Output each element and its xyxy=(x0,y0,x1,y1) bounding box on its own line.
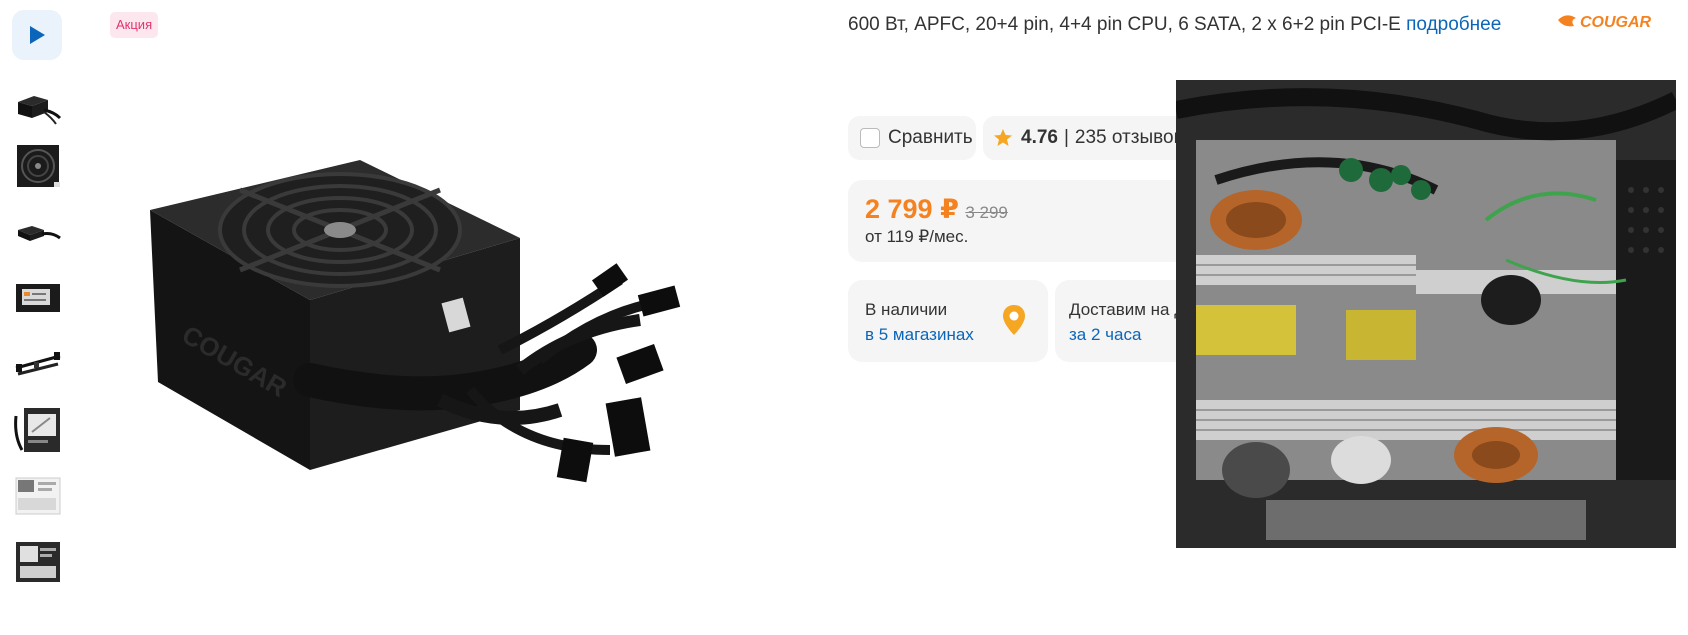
rating-value: 4.76 xyxy=(1021,127,1058,148)
thumb-psu-fan-top[interactable] xyxy=(14,142,62,190)
compare-label: Сравнить xyxy=(888,127,973,148)
psu-internal-photo xyxy=(1176,80,1676,548)
specs-more-link[interactable]: подробнее xyxy=(1406,14,1501,35)
availability-block[interactable]: В наличии в 5 магазинах xyxy=(848,280,1048,362)
price-old: 3 299 xyxy=(965,203,1008,222)
thumb-box-front[interactable] xyxy=(14,406,62,454)
rating-button[interactable]: 4.76 | 235 отзывов xyxy=(983,116,1203,160)
price-monthly: от 119 ₽/мес. xyxy=(865,227,969,246)
star-icon xyxy=(994,129,1012,146)
thumb-psu-label[interactable] xyxy=(14,274,62,322)
thumb-psu-cables[interactable] xyxy=(14,208,62,256)
main-product-image[interactable]: COUGAR xyxy=(140,150,700,510)
price-block: 2 799 ₽ 3 299 от 119 ₽/мес. xyxy=(848,180,1188,262)
promo-badge: Акция xyxy=(110,12,159,38)
video-button[interactable] xyxy=(12,10,62,60)
compare-button[interactable]: Сравнить xyxy=(848,116,976,160)
specs-text: 600 Вт, APFC, 20+4 pin, 4+4 pin CPU, 6 S… xyxy=(848,14,1401,35)
thumb-box-back[interactable] xyxy=(14,538,62,586)
map-pin-icon xyxy=(1003,305,1025,335)
reviews-count: 235 отзывов xyxy=(1074,127,1184,148)
thumb-box-side[interactable] xyxy=(14,472,62,520)
thumb-cable-set[interactable] xyxy=(14,340,62,388)
thumb-psu-angle[interactable] xyxy=(14,82,62,130)
product-specs: 600 Вт, APFC, 20+4 pin, 4+4 pin CPU, 6 S… xyxy=(848,14,1501,36)
brand-logo[interactable]: COUGAR xyxy=(1556,10,1676,32)
thumbnail-gallery xyxy=(12,10,62,582)
svg-text:COUGAR: COUGAR xyxy=(1580,14,1652,31)
price-current: 2 799 ₽ xyxy=(865,194,959,224)
compare-checkbox[interactable] xyxy=(860,128,880,148)
play-icon xyxy=(30,26,45,44)
rating-separator: | xyxy=(1063,127,1069,148)
